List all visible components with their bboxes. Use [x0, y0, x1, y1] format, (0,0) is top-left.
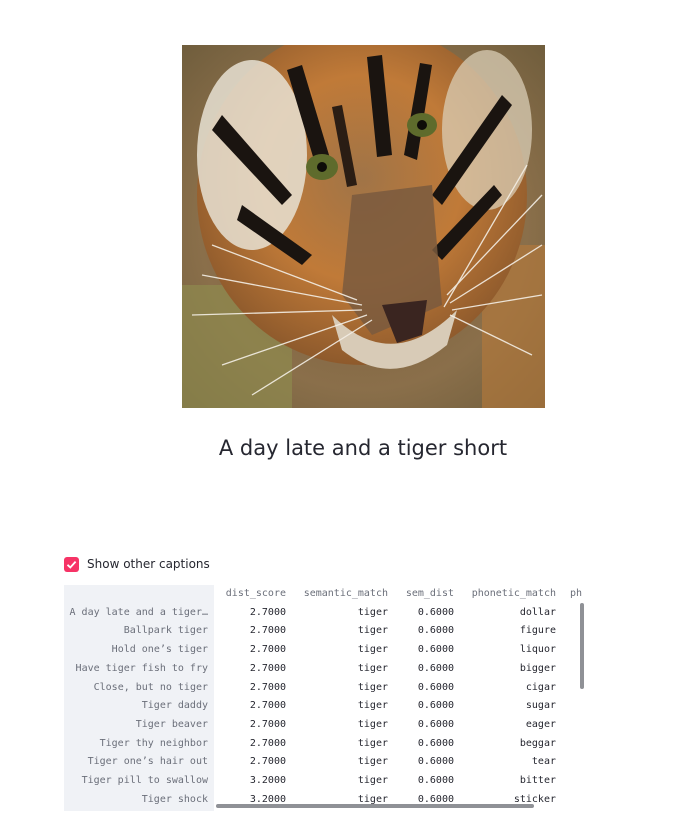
dist-score-cell: 2.7000 [249, 756, 286, 768]
column-header[interactable]: ph [570, 585, 585, 604]
row-label: Hold one’s tiger [111, 644, 208, 656]
dist-score-cell: 2.7000 [249, 681, 286, 693]
vertical-scrollbar[interactable] [580, 603, 584, 689]
sem-dist-cell: 0.6000 [417, 700, 454, 712]
dist-score-cell: 2.7000 [249, 662, 286, 674]
table-row: Tiger beaver 2.7000 tiger 0.6000 eager [64, 716, 585, 735]
column-header[interactable]: sem_dist [388, 585, 454, 604]
dist-score-cell: 2.7000 [249, 737, 286, 749]
dist-score-cell: 2.7000 [249, 644, 286, 656]
semantic-match-cell: tiger [357, 775, 388, 786]
phonetic-match-cell: sugar [525, 700, 556, 712]
row-label: Tiger beaver [135, 718, 208, 730]
row-label: Ballpark tiger [123, 625, 208, 637]
semantic-match-cell: tiger [357, 606, 388, 618]
column-header[interactable]: dist_score [214, 585, 286, 604]
column-header[interactable]: semantic_match [286, 585, 388, 604]
semantic-match-cell: tiger [357, 681, 388, 693]
checkbox-label: Show other captions [87, 557, 210, 571]
phonetic-match-cell: bigger [519, 662, 556, 674]
table-row: Tiger one’s hair out 2.7000 tiger 0.6000 tea… [64, 753, 585, 772]
row-label: Tiger pill to swallow [81, 775, 208, 786]
table-row: Tiger pill to swallow 3.2000 tiger 0.6000 bi… [64, 772, 585, 791]
column-header[interactable]: phonetic_match [454, 585, 556, 604]
table-row: Tiger daddy 2.7000 tiger 0.6000 sugar [64, 697, 585, 716]
captions-table[interactable]: dist_score semantic_match sem_dist phone… [64, 585, 585, 811]
tiger-photo [182, 45, 545, 408]
sem-dist-cell: 0.6000 [417, 718, 454, 730]
row-label: Have tiger fish to fry [75, 662, 208, 674]
sem-dist-cell: 0.6000 [417, 662, 454, 674]
table-header-row: dist_score semantic_match sem_dist phone… [64, 585, 585, 604]
table-row: Hold one’s tiger 2.7000 tiger 0.6000 liquor [64, 641, 585, 660]
table-row: A day late and a tiger… 2.7000 tiger 0.6000… [64, 604, 585, 623]
semantic-match-cell: tiger [357, 718, 388, 730]
semantic-match-cell: tiger [357, 625, 388, 637]
phonetic-match-cell: figure [519, 625, 556, 637]
phonetic-match-cell: dollar [519, 606, 556, 618]
sem-dist-cell: 0.6000 [417, 606, 454, 618]
sem-dist-cell: 0.6000 [417, 625, 454, 637]
phonetic-match-cell: cigar [525, 681, 556, 693]
row-label: Tiger thy neighbor [99, 737, 208, 749]
row-label: A day late and a tiger… [69, 606, 208, 618]
dist-score-cell: 2.7000 [249, 700, 286, 712]
sem-dist-cell: 0.6000 [417, 737, 454, 749]
table-row: Tiger thy neighbor 2.7000 tiger 0.6000 begga… [64, 735, 585, 754]
semantic-match-cell: tiger [357, 644, 388, 656]
caption-title: A day late and a tiger short [218, 436, 508, 460]
row-label: Tiger one’s hair out [87, 756, 208, 768]
checkbox-checked-icon[interactable] [64, 556, 79, 572]
sem-dist-cell: 0.6000 [417, 756, 454, 768]
dist-score-cell: 2.7000 [249, 625, 286, 637]
semantic-match-cell: tiger [357, 756, 388, 768]
row-label: Tiger shock [141, 793, 208, 805]
dist-score-cell: 2.7000 [249, 718, 286, 730]
sem-dist-cell: 0.6000 [417, 644, 454, 656]
dist-score-cell: 3.2000 [249, 775, 286, 786]
dist-score-cell: 2.7000 [249, 606, 286, 618]
table-row: Have tiger fish to fry 2.7000 tiger 0.6000 b… [64, 660, 585, 679]
semantic-match-cell: tiger [357, 737, 388, 749]
phonetic-match-cell: beggar [519, 737, 556, 749]
table-row: Close, but no tiger 2.7000 tiger 0.6000 ciga… [64, 679, 585, 698]
phonetic-match-cell: tear [531, 756, 556, 768]
sem-dist-cell: 0.6000 [417, 775, 454, 786]
phonetic-match-cell: bitter [519, 775, 556, 786]
sem-dist-cell: 0.6000 [417, 681, 454, 693]
row-label: Tiger daddy [141, 700, 208, 712]
phonetic-match-cell: eager [525, 718, 556, 730]
semantic-match-cell: tiger [357, 700, 388, 712]
horizontal-scrollbar[interactable] [216, 804, 534, 808]
row-label: Close, but no tiger [93, 681, 208, 693]
semantic-match-cell: tiger [357, 662, 388, 674]
table-row: Ballpark tiger 2.7000 tiger 0.6000 figure [64, 622, 585, 641]
show-other-captions-checkbox[interactable]: Show other captions [64, 554, 210, 574]
phonetic-match-cell: liquor [519, 644, 556, 656]
